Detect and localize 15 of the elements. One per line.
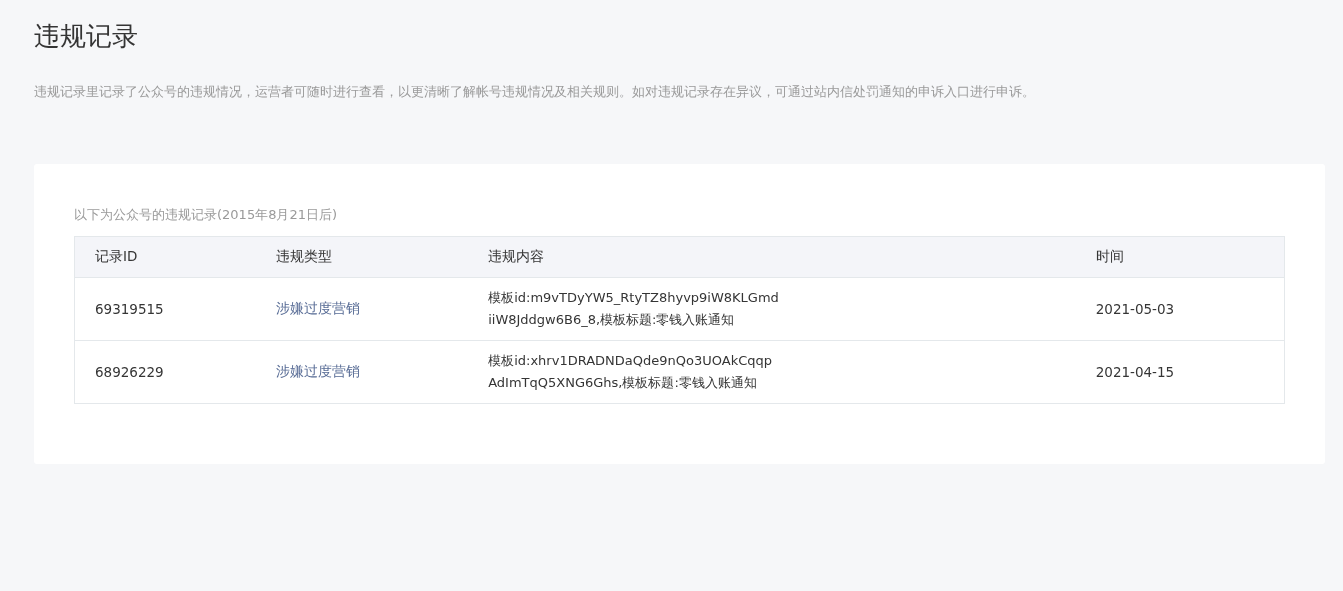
column-header: 违规内容 bbox=[468, 236, 1076, 278]
table-cell: 模板id:xhrv1DRADNDaQde9nQo3UOAkCqqp AdImTqQ5XNG6Ghs,模板标题:零钱入账通知 bbox=[468, 340, 1076, 404]
table-cell: 69319515 bbox=[74, 277, 256, 341]
table-cell: 涉嫌过度营销 bbox=[255, 340, 469, 404]
table-caption: 以下为公众号的违规记录(2015年8月21日后) bbox=[74, 206, 338, 224]
table-cell: 模板id:m9vTDyYW5_RtyTZ8hyvp9iW8KLGmd iiW8Jddgw6B6_8,模板标题:零钱入账通知 bbox=[468, 277, 1076, 341]
column-header: 违规类型 bbox=[255, 236, 469, 278]
page-title: 违规记录 bbox=[34, 20, 138, 53]
column-header: 时间 bbox=[1075, 236, 1285, 278]
table-cell: 68926229 bbox=[74, 340, 256, 404]
table-cell: 2021-04-15 bbox=[1075, 340, 1285, 404]
table-cell: 2021-05-03 bbox=[1075, 277, 1285, 341]
page-description: 违规记录里记录了公众号的违规情况，运营者可随时进行查看，以更清晰了解帐号违规情况及相关规则。如对违规记录存在异议，可通过站内信处罚通知的申诉入口进行申诉。 bbox=[34, 83, 1036, 101]
table-cell: 涉嫌过度营销 bbox=[255, 277, 469, 341]
column-header: 记录ID bbox=[74, 236, 256, 278]
